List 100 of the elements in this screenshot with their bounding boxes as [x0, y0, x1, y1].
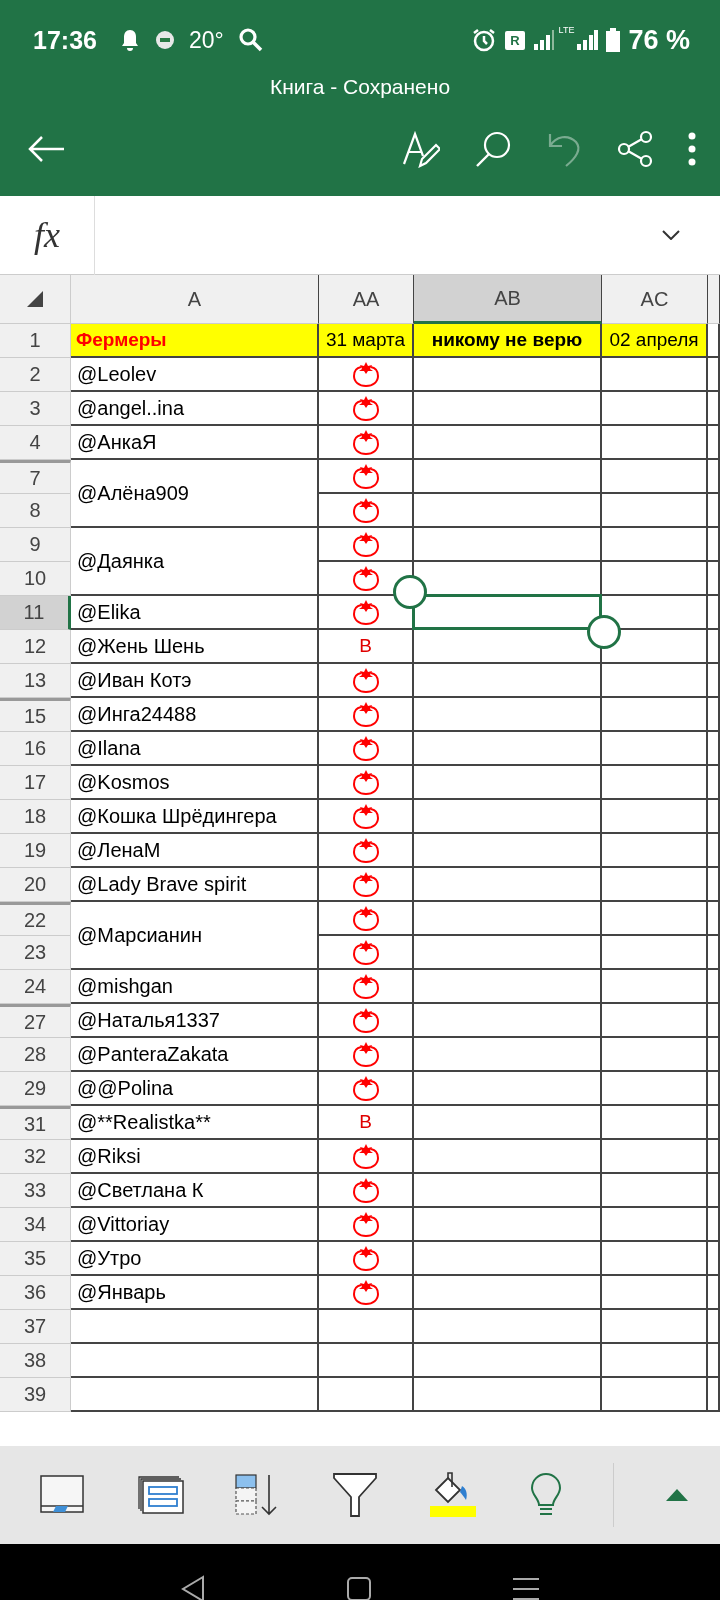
row-header[interactable]: 7	[0, 460, 71, 494]
tomato-icon	[351, 939, 380, 965]
tomato-icon	[351, 1041, 380, 1067]
caret-up-icon[interactable]	[665, 1489, 688, 1501]
table-cell: @ЛенаМ	[71, 834, 319, 868]
tomato-icon	[351, 429, 380, 455]
table-cell	[708, 1208, 720, 1242]
paint-bucket-icon[interactable]	[428, 1472, 479, 1518]
pen-letter-icon	[402, 130, 440, 168]
row-header[interactable]: 22	[0, 902, 71, 936]
table-cell: @Kosmos	[71, 766, 319, 800]
row-header[interactable]: 34	[0, 1208, 71, 1242]
row-header[interactable]: 35	[0, 1242, 71, 1276]
row-header[interactable]: 3	[0, 392, 71, 426]
table-cell: @**Realistka**	[71, 1106, 319, 1140]
table-cell: @Светлана К	[71, 1174, 319, 1208]
column-header[interactable]: AA	[319, 275, 414, 324]
table-cell: @Кошка Шрёдингера	[71, 800, 319, 834]
table-cell: @Lady Brave spirit	[71, 868, 319, 902]
table-cell	[708, 494, 720, 528]
row-header[interactable]: 29	[0, 1072, 71, 1106]
tomato-icon	[351, 497, 380, 523]
row-header[interactable]: 37	[0, 1310, 71, 1344]
column-header[interactable]: A	[71, 275, 319, 324]
filter-icon[interactable]	[332, 1473, 377, 1517]
table-cell: @Даянка	[71, 528, 319, 596]
row-header[interactable]: 15	[0, 698, 71, 732]
tomato-icon	[351, 531, 380, 557]
window-title: Книга - Сохранено	[268, 74, 452, 100]
row-header[interactable]: 10	[0, 562, 71, 596]
row-header[interactable]: 17	[0, 766, 71, 800]
table-cell: @@Polina	[71, 1072, 319, 1106]
selection-handle[interactable]	[393, 575, 427, 609]
row-header[interactable]: 12	[0, 630, 71, 664]
tomato-icon	[351, 667, 380, 693]
more-icon	[688, 132, 696, 166]
table-cell: @Наталья1337	[71, 1004, 319, 1038]
table-cell	[708, 936, 720, 970]
table-cell	[708, 664, 720, 698]
row-header[interactable]: 11	[0, 596, 71, 630]
row-header[interactable]: 27	[0, 1004, 71, 1038]
row-header[interactable]: 23	[0, 936, 71, 970]
table-cell: @Утро	[71, 1242, 319, 1276]
row-header[interactable]: 18	[0, 800, 71, 834]
tomato-icon	[351, 565, 380, 591]
menu-icon[interactable]	[513, 1577, 539, 1600]
select-all-icon[interactable]	[27, 291, 43, 307]
row-header[interactable]: 1	[0, 324, 71, 358]
table-cell	[708, 1174, 720, 1208]
table-cell	[708, 1038, 720, 1072]
table-cell	[708, 1140, 720, 1174]
lightbulb-icon[interactable]	[529, 1473, 562, 1517]
row-header[interactable]: 13	[0, 664, 71, 698]
row-header[interactable]: 31	[0, 1106, 71, 1140]
table-cell	[708, 1004, 720, 1038]
function-label: fx	[0, 195, 95, 275]
table-cell: @Иван Котэ	[71, 664, 319, 698]
row-header[interactable]: 8	[0, 494, 71, 528]
network-type: LTE	[558, 24, 575, 35]
row-header[interactable]: 39	[0, 1378, 71, 1412]
tomato-icon	[351, 735, 380, 761]
row-header[interactable]: 36	[0, 1276, 71, 1310]
table-cell: @Жень Шень	[71, 630, 319, 664]
table-cell	[708, 766, 720, 800]
selection-handle[interactable]	[587, 615, 621, 649]
back-icon[interactable]	[181, 1575, 205, 1600]
tomato-icon	[351, 1279, 380, 1305]
column-header[interactable]: AC	[602, 275, 708, 324]
table-cell	[708, 1310, 720, 1344]
table-cell: @АнкаЯ	[71, 426, 319, 460]
tomato-icon	[351, 361, 380, 387]
row-header[interactable]: 24	[0, 970, 71, 1004]
table-cell	[708, 970, 720, 1004]
table-cell: @Elika	[71, 596, 319, 630]
search-icon	[474, 130, 512, 168]
row-header[interactable]: 28	[0, 1038, 71, 1072]
row-header[interactable]: 4	[0, 426, 71, 460]
home-icon[interactable]	[347, 1577, 371, 1600]
row-header[interactable]: 19	[0, 834, 71, 868]
tomato-icon	[351, 871, 380, 897]
row-header[interactable]: 9	[0, 528, 71, 562]
row-header[interactable]: 33	[0, 1174, 71, 1208]
tomato-icon	[351, 973, 380, 999]
stacked-frames-icon[interactable]	[137, 1476, 184, 1514]
status-time: 17:36	[33, 25, 97, 55]
table-cell: @Январь	[71, 1276, 319, 1310]
roaming-badge: R	[505, 30, 525, 50]
chevron-down-icon[interactable]	[662, 230, 680, 240]
row-header[interactable]: 16	[0, 732, 71, 766]
signal-icon	[576, 29, 599, 51]
screen-icon[interactable]	[40, 1475, 86, 1515]
column-header[interactable]: AB	[414, 275, 602, 324]
signal-icon	[532, 29, 555, 51]
row-header[interactable]: 2	[0, 358, 71, 392]
column-header[interactable]	[708, 275, 720, 324]
row-header[interactable]: 20	[0, 868, 71, 902]
table-cell	[708, 1106, 720, 1140]
row-header[interactable]: 32	[0, 1140, 71, 1174]
row-header[interactable]: 38	[0, 1344, 71, 1378]
tomato-icon	[351, 395, 380, 421]
